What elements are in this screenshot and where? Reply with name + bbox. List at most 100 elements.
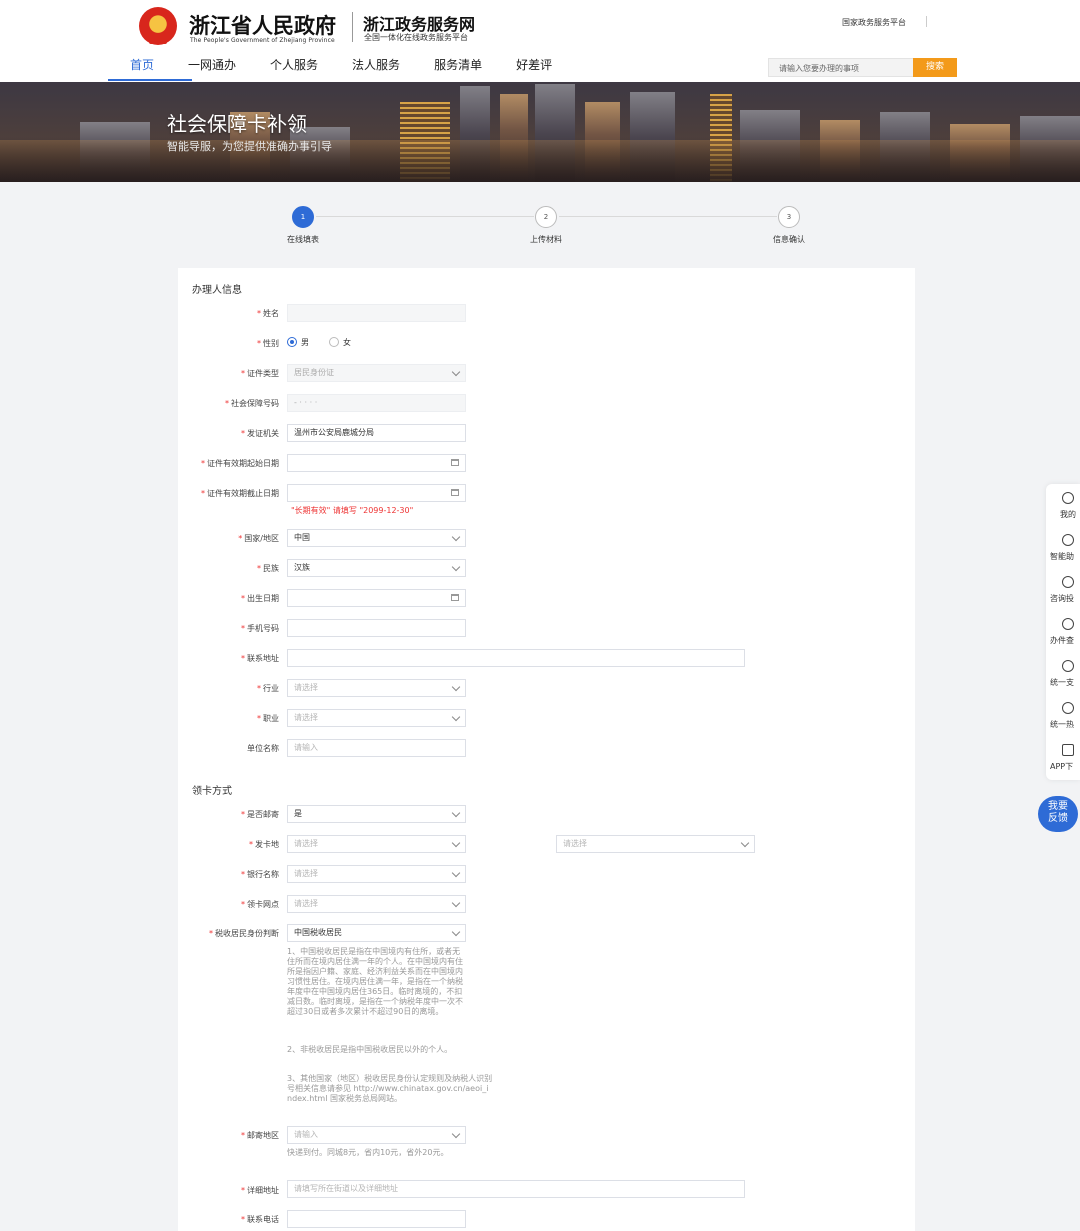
company-label-text: 单位名称 [247,744,279,753]
valid-start-label-text: 证件有效期起始日期 [207,459,279,468]
birth-label-text: 出生日期 [247,594,279,603]
application-form: 办理人信息 * 姓名 * 性别 男 女 * 证件类型 居民身份证 * 社会保障号码 - … [178,268,915,1231]
chevron-down-icon [451,562,461,572]
branch-select[interactable]: 请选择 [287,895,466,913]
tax-label-text: 税收居民身份判断 [215,929,279,938]
tax-label: * 税收居民身份判断 [209,929,279,938]
search-input[interactable]: 请输入您要办理的事项 [768,58,914,77]
card-place-label: * 发卡地 [249,840,279,849]
step-1-label: 在线填表 [287,235,319,244]
industry-placeholder: 请选择 [294,683,318,692]
birth-date-field[interactable] [287,589,466,607]
step-3-label: 信息确认 [773,235,805,244]
contact-phone-label: * 联系电话 [241,1215,279,1224]
contact-phone-field[interactable] [287,1210,466,1228]
issuer-field[interactable]: 温州市公安局鹿城分局 [287,424,466,442]
national-platform-link[interactable]: 国家政务服务平台 [842,17,906,28]
sidebar-item-hotline[interactable]: 统一热 [1050,719,1074,730]
phone-icon[interactable] [1062,702,1074,714]
step-3-circle: 3 [778,206,800,228]
gender-female-radio[interactable] [329,337,339,347]
header-divider [926,16,927,27]
phone-label-text: 手机号码 [247,624,279,633]
name-field[interactable] [287,304,466,322]
yen-icon[interactable] [1062,660,1074,672]
feedback-line-1: 我要 [1048,801,1068,812]
chevron-down-icon [451,532,461,542]
nav-service-list[interactable]: 服务清单 [434,56,482,78]
country-value: 中国 [294,533,310,542]
company-placeholder: 请输入 [294,743,318,752]
valid-end-label-text: 证件有效期截止日期 [207,489,279,498]
mail-fee-note: 快递到付。同城8元，省内10元，省外20元。 [287,1148,449,1157]
headset-icon[interactable] [1062,534,1074,546]
tax-select[interactable]: 中国税收居民 [287,924,466,942]
history-icon[interactable] [1062,618,1074,630]
gender-male-radio[interactable] [287,337,297,347]
id-type-label-text: 证件类型 [247,369,279,378]
mail-select[interactable]: 是 [287,805,466,823]
detail-address-label: * 详细地址 [241,1186,279,1195]
step-2-circle: 2 [535,206,557,228]
feedback-button[interactable]: 我要 反馈 [1038,796,1078,832]
nav-personal-service[interactable]: 个人服务 [270,56,318,78]
card-place-district-select[interactable]: 请选择 [556,835,755,853]
river-reflection [0,140,1080,182]
search-button[interactable]: 搜索 [913,58,957,77]
detail-address-field[interactable]: 请填写所在街道以及详细地址 [287,1180,745,1198]
sidebar-item-mine[interactable]: 我的 [1060,509,1076,520]
phone-label: * 手机号码 [241,624,279,633]
valid-end-label: * 证件有效期截止日期 [201,489,279,498]
download-icon[interactable] [1062,744,1074,756]
sidebar-item-consult[interactable]: 咨询投 [1050,593,1074,604]
valid-end-date-field[interactable] [287,484,466,502]
address-label-text: 联系地址 [247,654,279,663]
nav-home[interactable]: 首页 [130,56,154,78]
tax-note-2: 2、非税收居民是指中国税收居民以外的个人。 [287,1045,453,1054]
country-select[interactable]: 中国 [287,529,466,547]
feedback-line-2: 反馈 [1048,813,1068,824]
contact-phone-label-text: 联系电话 [247,1215,279,1224]
calendar-icon[interactable] [451,594,459,601]
bank-placeholder: 请选择 [294,869,318,878]
phone-field[interactable] [287,619,466,637]
user-icon[interactable] [1062,492,1074,504]
sidebar-item-app[interactable]: APP下 [1050,761,1073,772]
chevron-down-icon [740,838,750,848]
tax-note-3: 3、其他国家（地区）税收居民身份认定规则及纳税人识别号相关信息请参见 http:… [287,1074,493,1103]
page-banner: 社会保障卡补领 智能导服，为您提供准确办事引导 [0,82,1080,182]
sidebar-item-payment[interactable]: 统一支 [1050,677,1074,688]
mail-region-select[interactable]: 请输入 [287,1126,466,1144]
sidebar-item-query[interactable]: 办件查 [1050,635,1074,646]
shield-alert-icon[interactable] [1062,576,1074,588]
valid-start-date-field[interactable] [287,454,466,472]
industry-select[interactable]: 请选择 [287,679,466,697]
calendar-icon[interactable] [451,459,459,466]
mail-region-label: * 邮寄地区 [241,1131,279,1140]
ethnic-select[interactable]: 汉族 [287,559,466,577]
occupation-select[interactable]: 请选择 [287,709,466,727]
ss-number-label: * 社会保障号码 [225,399,279,408]
country-label: * 国家/地区 [238,534,279,543]
detail-address-label-text: 详细地址 [247,1186,279,1195]
bank-select[interactable]: 请选择 [287,865,466,883]
calendar-icon[interactable] [451,489,459,496]
company-field[interactable]: 请输入 [287,739,466,757]
ss-number-label-text: 社会保障号码 [231,399,279,408]
chevron-down-icon [451,808,461,818]
brand-title[interactable]: 浙江省人民政府 [189,10,336,40]
step-1-circle: 1 [292,206,314,228]
nav-rating[interactable]: 好差评 [516,56,552,78]
site-subtitle: 全国一体化在线政务服务平台 [364,33,468,42]
section-applicant-info: 办理人信息 [192,285,242,296]
country-label-text: 国家/地区 [244,534,279,543]
address-field[interactable] [287,649,745,667]
sidebar-item-assistant[interactable]: 智能助 [1050,551,1074,562]
nav-one-stop[interactable]: 一网通办 [188,56,236,78]
id-type-select[interactable]: 居民身份证 [287,364,466,382]
card-place-select[interactable]: 请选择 [287,835,466,853]
nav-corporate-service[interactable]: 法人服务 [352,56,400,78]
ss-number-field[interactable]: - · · · · [287,394,466,412]
occupation-placeholder: 请选择 [294,713,318,722]
progress-steps: 1 2 3 在线填表 上传材料 信息确认 [0,206,1080,246]
